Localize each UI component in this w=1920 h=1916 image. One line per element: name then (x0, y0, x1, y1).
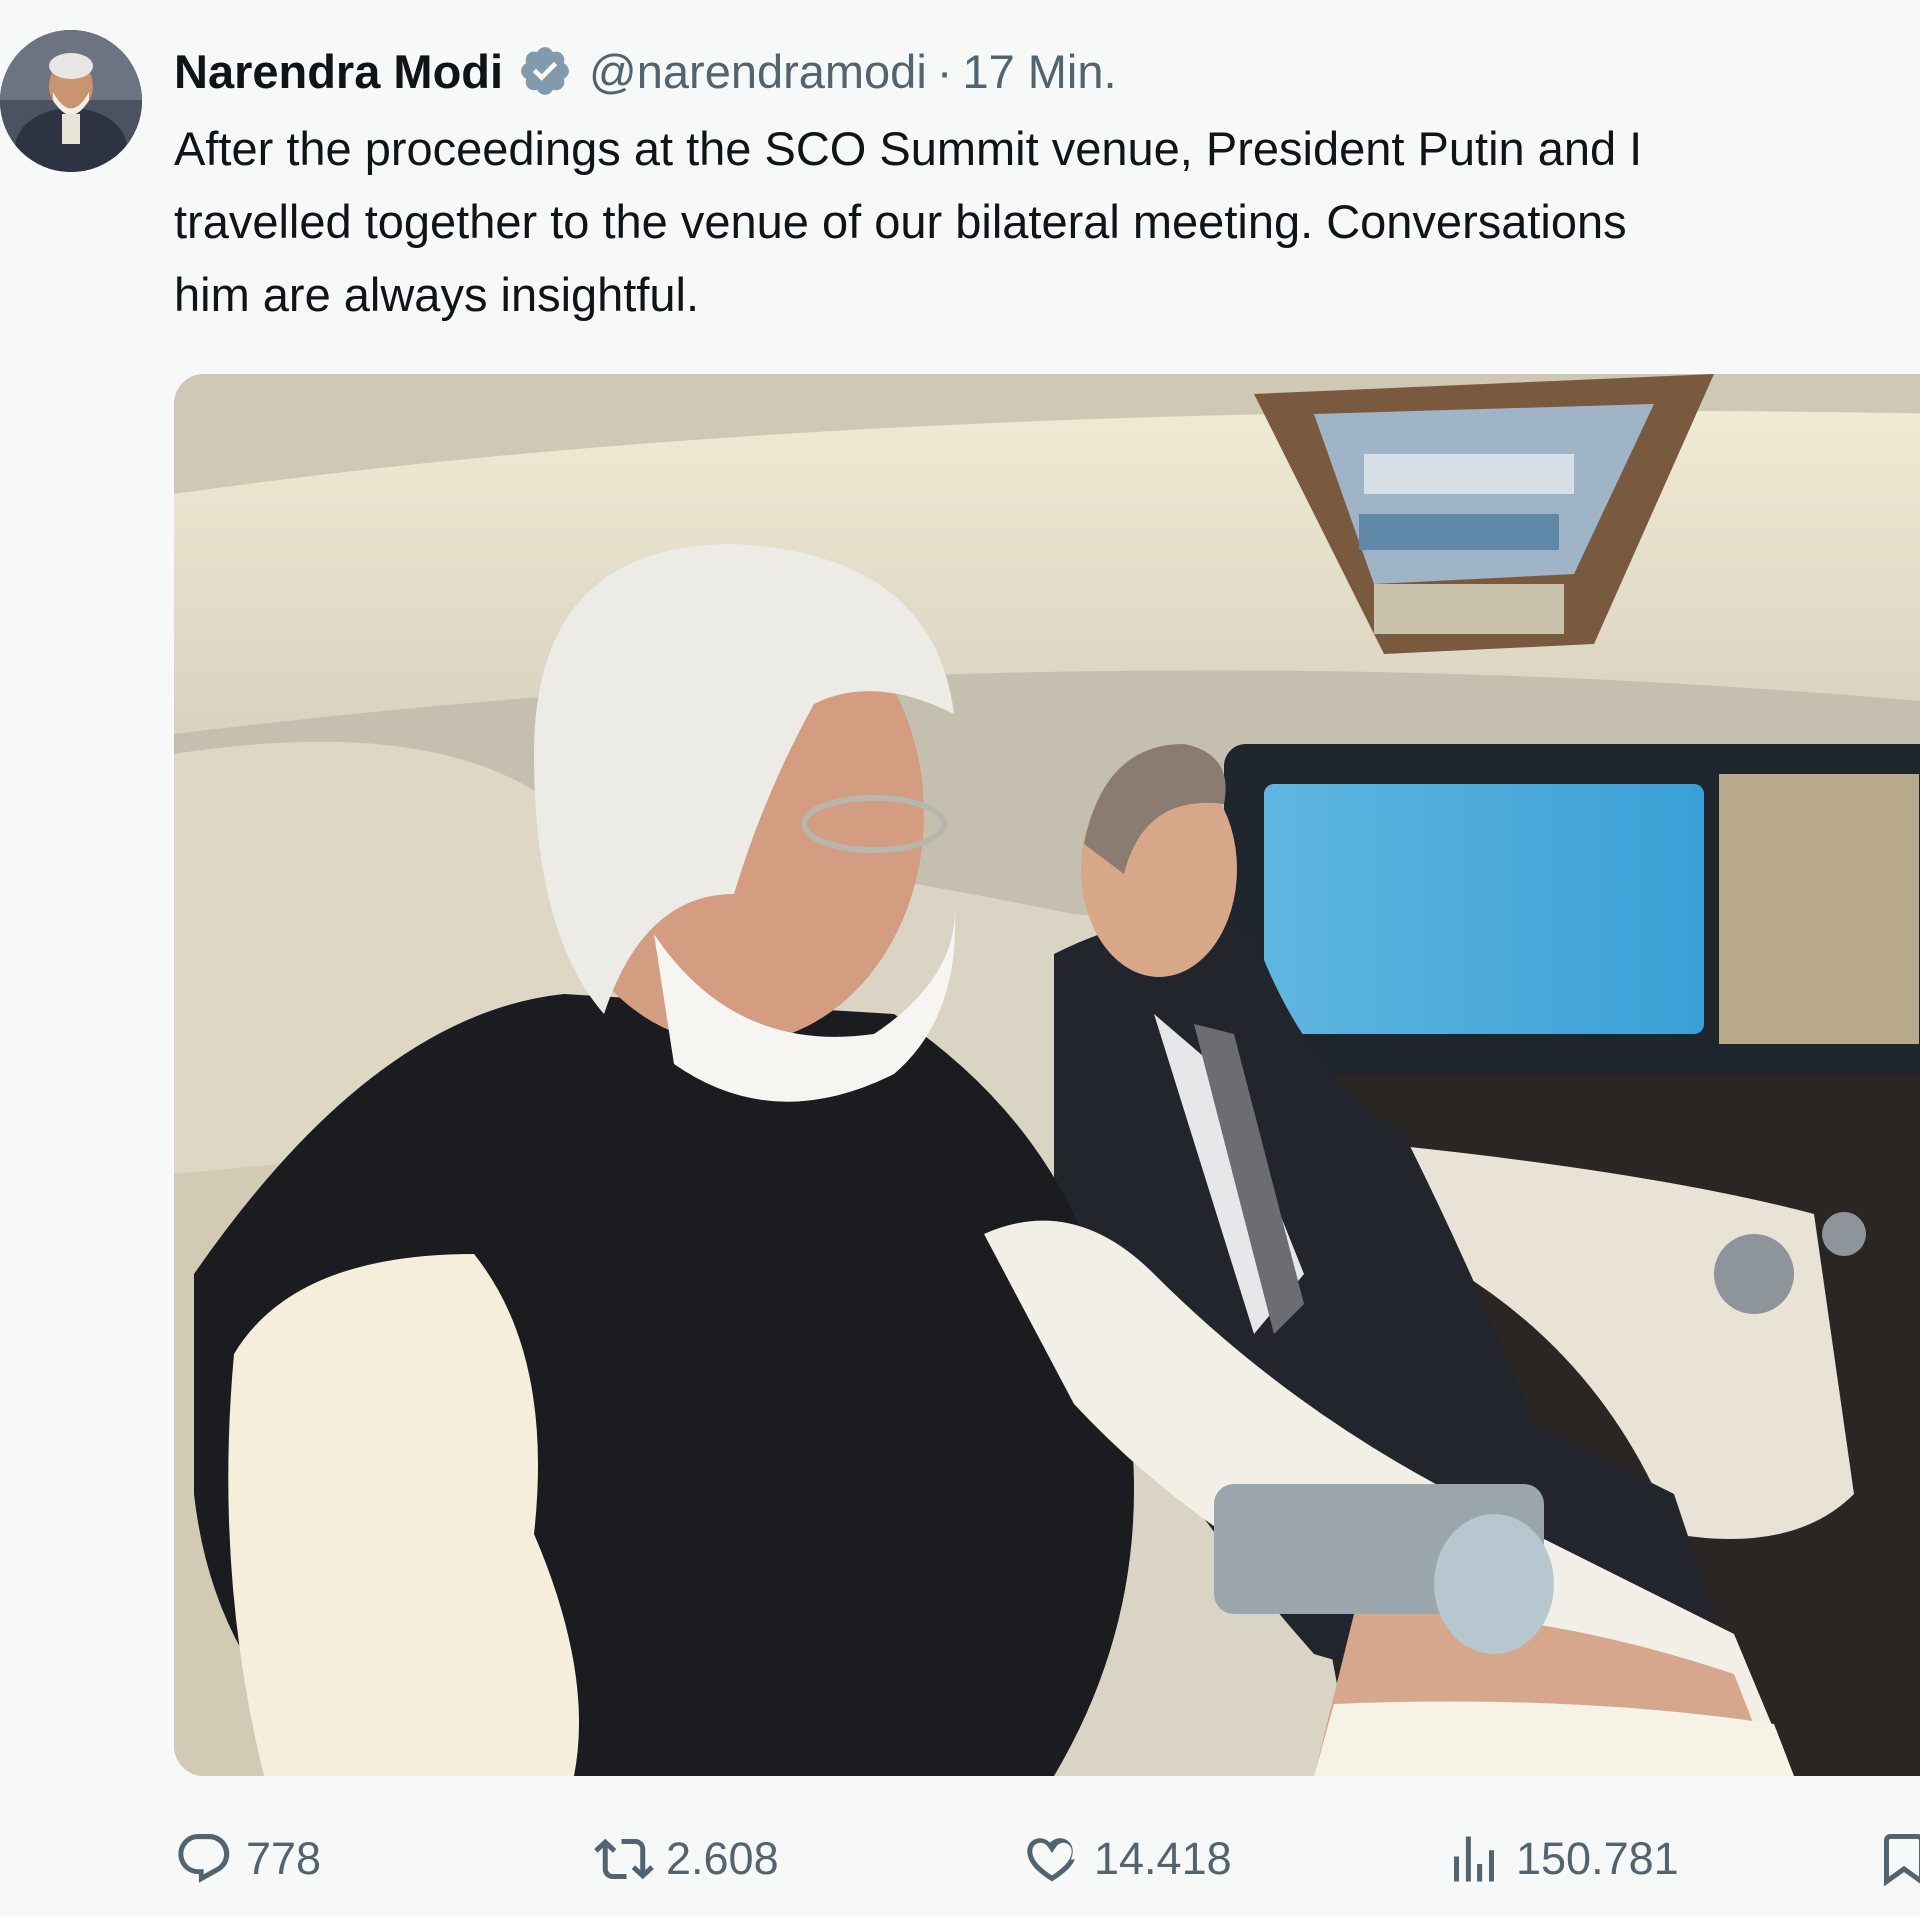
heart-icon (1027, 1838, 1075, 1882)
views-button[interactable]: 150.781 (1444, 1822, 1679, 1896)
car-interior-photo (174, 374, 1920, 1776)
like-count: 14.418 (1094, 1833, 1232, 1884)
like-button[interactable]: 14.418 (1022, 1822, 1232, 1896)
bookmark-icon (1884, 1834, 1920, 1887)
tweet-actions: 778 2.608 14.418 150.781 (174, 1822, 1920, 1896)
author-handle[interactable]: @narendramodi (589, 44, 927, 99)
bookmark-button[interactable] (1874, 1822, 1920, 1896)
views-icon (1454, 1836, 1494, 1882)
reply-count: 778 (246, 1833, 322, 1884)
reply-button[interactable]: 778 (174, 1822, 321, 1896)
views-count: 150.781 (1516, 1833, 1679, 1884)
retweet-count: 2.608 (666, 1833, 779, 1884)
tweet: Narendra Modi @narendramodi · 17 Min. Af… (0, 0, 1920, 1916)
separator-dot: · (936, 44, 953, 98)
retweet-button[interactable]: 2.608 (594, 1822, 779, 1896)
author-name[interactable]: Narendra Modi (174, 44, 503, 99)
tweet-header: Narendra Modi @narendramodi · 17 Min. (174, 38, 1117, 104)
reply-icon (178, 1834, 230, 1883)
timestamp[interactable]: 17 Min. (962, 44, 1116, 99)
tweet-photo[interactable] (174, 374, 1920, 1776)
avatar[interactable] (0, 30, 142, 172)
retweet-icon (594, 1838, 654, 1880)
verified-badge-icon (521, 47, 569, 95)
tweet-text: After the proceedings at the SCO Summit … (174, 122, 1643, 321)
avatar-image (0, 30, 142, 172)
